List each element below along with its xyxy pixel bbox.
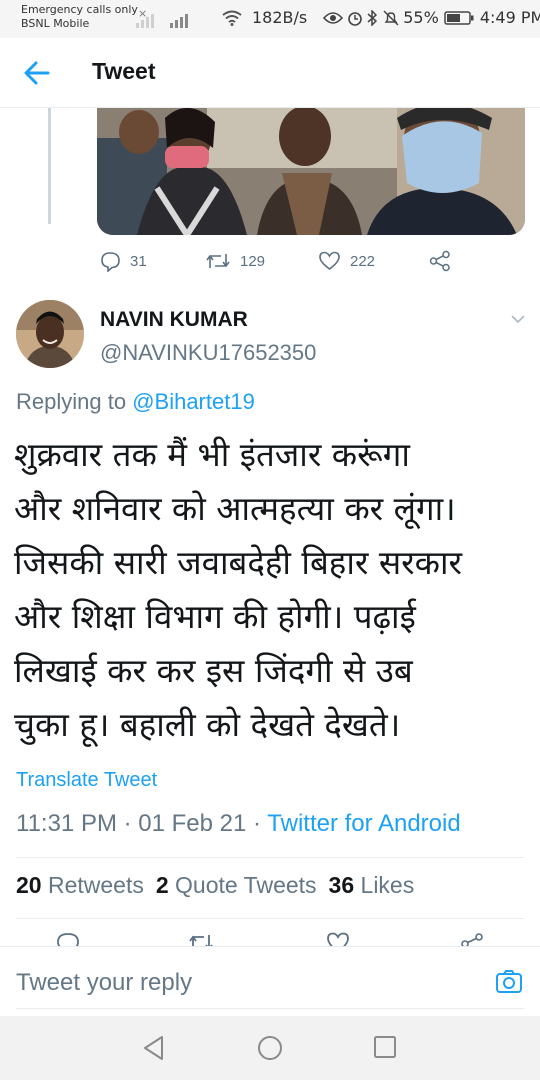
speech-bubble-icon[interactable] <box>56 932 80 946</box>
status-bar: Emergency calls only BSNL Mobile × 182B/… <box>0 0 540 38</box>
prev-like-action[interactable]: 222 <box>318 249 375 273</box>
translate-tweet-link[interactable]: Translate Tweet <box>16 769 157 792</box>
meta-separator: · <box>246 810 268 837</box>
retweets-stat[interactable]: 20 Retweets <box>16 872 144 898</box>
prev-retweet-action[interactable]: 129 <box>205 249 265 273</box>
tweet-text-line: शुक्रवार तक मैं भी इंतजार करूंगा <box>14 435 410 474</box>
tweet-text-line: और शनिवार को आत्महत्या कर लूंगा। <box>14 489 456 528</box>
tweet-text-line: लिखाई कर कर इस जिंदगी से उब <box>14 651 413 690</box>
camera-icon[interactable] <box>495 969 523 995</box>
nav-recents-icon[interactable] <box>373 1035 397 1059</box>
eye-icon <box>323 11 344 24</box>
tweet-action-bar <box>0 930 540 946</box>
mute-bell-icon <box>383 9 399 26</box>
meta-separator: · <box>116 810 139 837</box>
tweet-time: 11:31 PM <box>16 810 117 837</box>
retweet-icon[interactable] <box>188 932 214 946</box>
tweet-metadata: 11:31 PM · 01 Feb 21 · Twitter for Andro… <box>16 810 461 838</box>
arrow-left-icon[interactable] <box>22 59 52 87</box>
tweet-text: शुक्रवार तक मैं भी इंतजार करूंगा और शनिव… <box>14 428 534 752</box>
carrier-line-2: BSNL Mobile <box>21 17 90 30</box>
author-handle[interactable]: @NAVINKU17652350 <box>100 340 316 366</box>
signal-1-icon <box>136 14 154 28</box>
alarm-icon <box>348 11 363 26</box>
divider <box>16 857 524 858</box>
prev-reply-action[interactable]: 31 <box>100 249 147 273</box>
tweet-text-line: और शिक्षा विभाग की होगी। पढ़ाई <box>14 597 416 636</box>
carrier-info: Emergency calls only BSNL Mobile × <box>21 3 147 31</box>
replying-to: Replying to @Bihartet19 <box>16 389 255 415</box>
retweets-count: 20 <box>16 872 42 898</box>
replying-to-mention-link[interactable]: @Bihartet19 <box>132 389 255 414</box>
share-icon[interactable] <box>460 932 484 946</box>
photo-of-people <box>97 108 525 235</box>
battery-percent: 55% <box>403 8 439 27</box>
chevron-down-icon[interactable] <box>510 313 526 325</box>
tweet-text-line: जिसकी सारी जवाबदेही बिहार सरकार <box>14 543 463 582</box>
status-icons: 182B/s 55% 4:49 PM <box>222 8 540 27</box>
tweet-client-link[interactable]: Twitter for Android <box>267 810 460 837</box>
prev-like-count: 222 <box>350 252 376 270</box>
speech-bubble-icon <box>101 251 120 272</box>
author-display-name[interactable]: NAVIN KUMAR <box>100 308 248 332</box>
reply-input[interactable]: Tweet your reply <box>16 969 192 997</box>
quote-tweets-label: Quote Tweets <box>175 872 317 898</box>
likes-stat[interactable]: 36 Likes <box>329 872 415 898</box>
quote-tweets-count: 2 <box>155 872 169 898</box>
thread-connector-line <box>48 108 51 224</box>
clock: 4:49 PM <box>479 8 540 27</box>
signal-2-icon <box>170 14 188 28</box>
quote-tweets-stat[interactable]: 2 Quote Tweets <box>156 872 317 898</box>
network-speed: 182B/s <box>252 8 308 27</box>
prev-reply-count: 31 <box>130 252 147 270</box>
tweet-date: 01 Feb 21 <box>138 810 247 837</box>
system-navigation-bar <box>0 1016 540 1080</box>
likes-count: 36 <box>328 872 355 898</box>
reply-composer: Tweet your reply <box>0 946 540 1016</box>
divider <box>16 918 524 919</box>
engagement-stats: 20 Retweets 2 Quote Tweets 36 Likes <box>16 872 414 899</box>
page-title: Tweet <box>92 58 156 84</box>
tweet-text-line: चुका हू। बहाली को देखते देखते। <box>14 705 401 744</box>
tweet-media-image[interactable] <box>97 108 525 235</box>
carrier-line-1: Emergency calls only <box>21 3 138 16</box>
bluetooth-icon <box>367 9 378 26</box>
avatar[interactable] <box>16 300 84 368</box>
nav-back-icon[interactable] <box>142 1035 166 1061</box>
replying-to-prefix: Replying to <box>16 389 133 414</box>
share-icon <box>429 250 450 272</box>
top-app-bar: Tweet <box>0 38 540 108</box>
prev-retweet-count: 129 <box>240 252 266 270</box>
prev-share-action[interactable] <box>429 249 460 273</box>
battery-icon <box>444 10 474 25</box>
reply-input-underline <box>16 1008 524 1009</box>
heart-icon <box>319 251 340 270</box>
profile-photo <box>16 300 84 368</box>
nav-home-icon[interactable] <box>257 1035 283 1061</box>
retweets-label: Retweets <box>47 872 144 898</box>
retweet-icon <box>206 254 230 268</box>
wifi-icon <box>222 10 242 26</box>
likes-label: Likes <box>360 872 415 898</box>
heart-icon[interactable] <box>326 932 350 946</box>
